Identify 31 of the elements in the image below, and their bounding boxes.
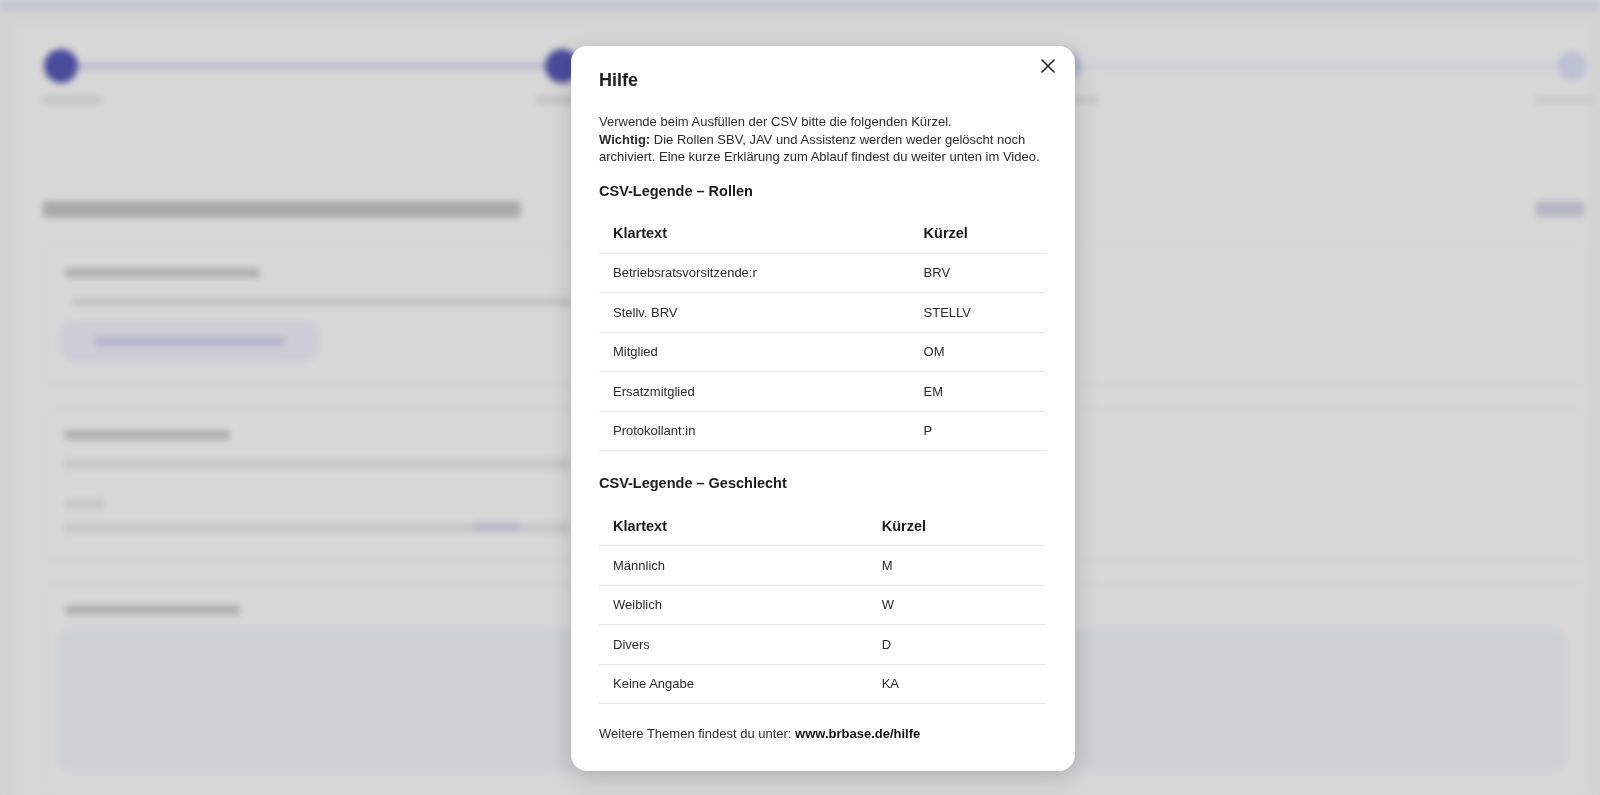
- intro-text: Verwende beim Ausfüllen der CSV bitte die folgenden Kürzel.: [599, 113, 953, 131]
- table-cell: Stellv. BRV: [599, 292, 910, 333]
- footer-text: Weitere Themen findest du unter: www.brbase.de/hilfe: [599, 725, 922, 743]
- table-cell: M: [867, 545, 1046, 586]
- table-cell: Mitglied: [599, 332, 910, 372]
- note-text: Wichtig: Die Rollen SBV, JAV und Assistenz werden weder gelöscht noch archiviert. Eine kurze Erklärung zum Ablauf findest du weiter unten im Video.: [599, 130, 1041, 166]
- table-cell: D: [867, 624, 1046, 665]
- column-header: Kürzel: [867, 507, 1046, 546]
- table-cell: OM: [909, 332, 1046, 372]
- table-cell: EM: [909, 371, 1046, 412]
- help-link[interactable]: www.brbase.de/hilfe: [795, 726, 921, 741]
- column-header: Kürzel: [909, 215, 1046, 254]
- section-heading: CSV-Legende – Geschlecht: [599, 473, 788, 493]
- dialog-title: Hilfe: [599, 69, 639, 91]
- table-cell: P: [909, 411, 1046, 451]
- table-cell: Männlich: [599, 545, 868, 586]
- table-cell: Betriebsratsvorsitzende:r: [599, 253, 910, 293]
- table-cell: Keine Angabe: [599, 664, 868, 704]
- column-header: Klartext: [599, 215, 910, 254]
- table-cell: Divers: [599, 624, 868, 665]
- close-icon: [1041, 59, 1055, 73]
- table-cell: KA: [867, 664, 1046, 704]
- table-cell: W: [867, 585, 1046, 625]
- table-cell: Protokollant:in: [599, 411, 910, 451]
- table-cell: Weiblich: [599, 585, 868, 625]
- table-cell: BRV: [909, 253, 1046, 293]
- column-header: Klartext: [599, 507, 868, 546]
- table-cell: STELLV: [909, 292, 1046, 333]
- table-cell: Ersatzmitglied: [599, 371, 910, 412]
- section-heading: CSV-Legende – Rollen: [599, 181, 754, 201]
- close-button[interactable]: [1039, 57, 1057, 75]
